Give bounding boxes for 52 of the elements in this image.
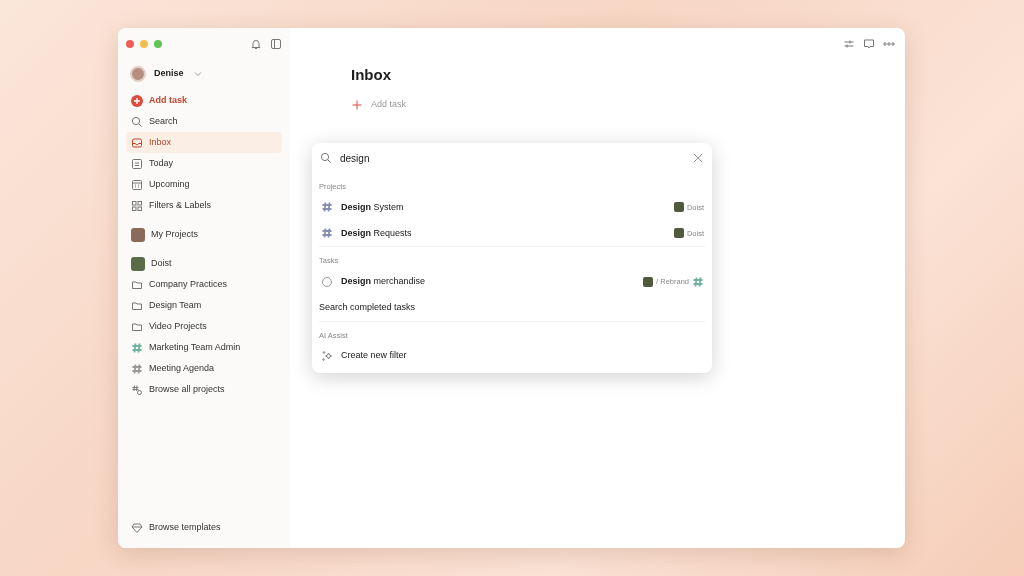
close-button[interactable] <box>692 151 704 165</box>
sliders-icon <box>843 38 855 50</box>
diamond-icon <box>131 521 143 534</box>
browse-templates-link[interactable]: Browse templates <box>126 517 282 538</box>
inbox-icon <box>131 136 143 149</box>
hash-icon <box>321 201 333 214</box>
calendar-icon <box>131 178 143 191</box>
sidebar-nav-item[interactable]: Search <box>126 111 282 132</box>
projects-avatar <box>131 227 145 242</box>
bell-icon <box>250 38 262 50</box>
search-icon <box>320 152 332 164</box>
sidebar-project-item[interactable]: Design Team <box>126 295 282 316</box>
search-result-item[interactable]: Search completed tasks <box>312 294 712 321</box>
sidebar-project-item[interactable]: Company Practices <box>126 274 282 295</box>
workspace-avatar <box>643 276 654 287</box>
grid-icon <box>131 199 143 212</box>
hash-icon <box>692 275 704 288</box>
sparkle-icon <box>321 349 333 362</box>
window-control-button[interactable] <box>154 40 162 48</box>
my-projects-link[interactable]: My Projects <box>126 224 282 245</box>
sidebar-project-item[interactable]: Video Projects <box>126 316 282 337</box>
window-control-button[interactable] <box>140 40 148 48</box>
workspace-avatar <box>673 228 684 239</box>
comment-icon <box>863 38 875 50</box>
page-title: Inbox <box>351 66 392 84</box>
sidebar-project-item[interactable]: Doist <box>126 253 282 274</box>
search-result-item[interactable]: Create new filter <box>312 342 712 369</box>
sidebar-project-item[interactable]: Browse all projects <box>126 379 282 400</box>
sidebar-project-item[interactable]: Meeting Agenda <box>126 358 282 379</box>
sidebar-nav-item[interactable]: Filters & Labels <box>126 195 282 216</box>
hash-icon <box>321 227 333 240</box>
close-icon <box>692 151 704 164</box>
sidebar-toggle-icon <box>270 38 282 50</box>
folder-icon <box>131 278 143 291</box>
workspace-avatar <box>673 202 684 213</box>
sidebar-nav-item[interactable]: Today <box>126 153 282 174</box>
folder-icon <box>131 299 143 312</box>
user-avatar <box>130 66 146 82</box>
plus-circle-icon <box>131 94 143 107</box>
circle-checkbox-icon <box>321 275 333 288</box>
folder-icon <box>131 320 143 333</box>
plus-icon <box>351 98 363 111</box>
search-icon <box>131 115 143 128</box>
window-control-button[interactable] <box>126 40 134 48</box>
calendar-icon <box>131 157 143 170</box>
add-task-button[interactable]: Add task <box>126 90 282 111</box>
sidebar-project-item[interactable]: Marketing Team Admin <box>126 337 282 358</box>
browse-projects-icon <box>131 383 143 396</box>
sidebar-nav-item[interactable]: Upcoming <box>126 174 282 195</box>
user-name-dropdown[interactable]: Denise <box>154 67 184 81</box>
sidebar-nav-item[interactable]: Inbox <box>126 132 282 153</box>
workspace-avatar <box>131 256 145 271</box>
